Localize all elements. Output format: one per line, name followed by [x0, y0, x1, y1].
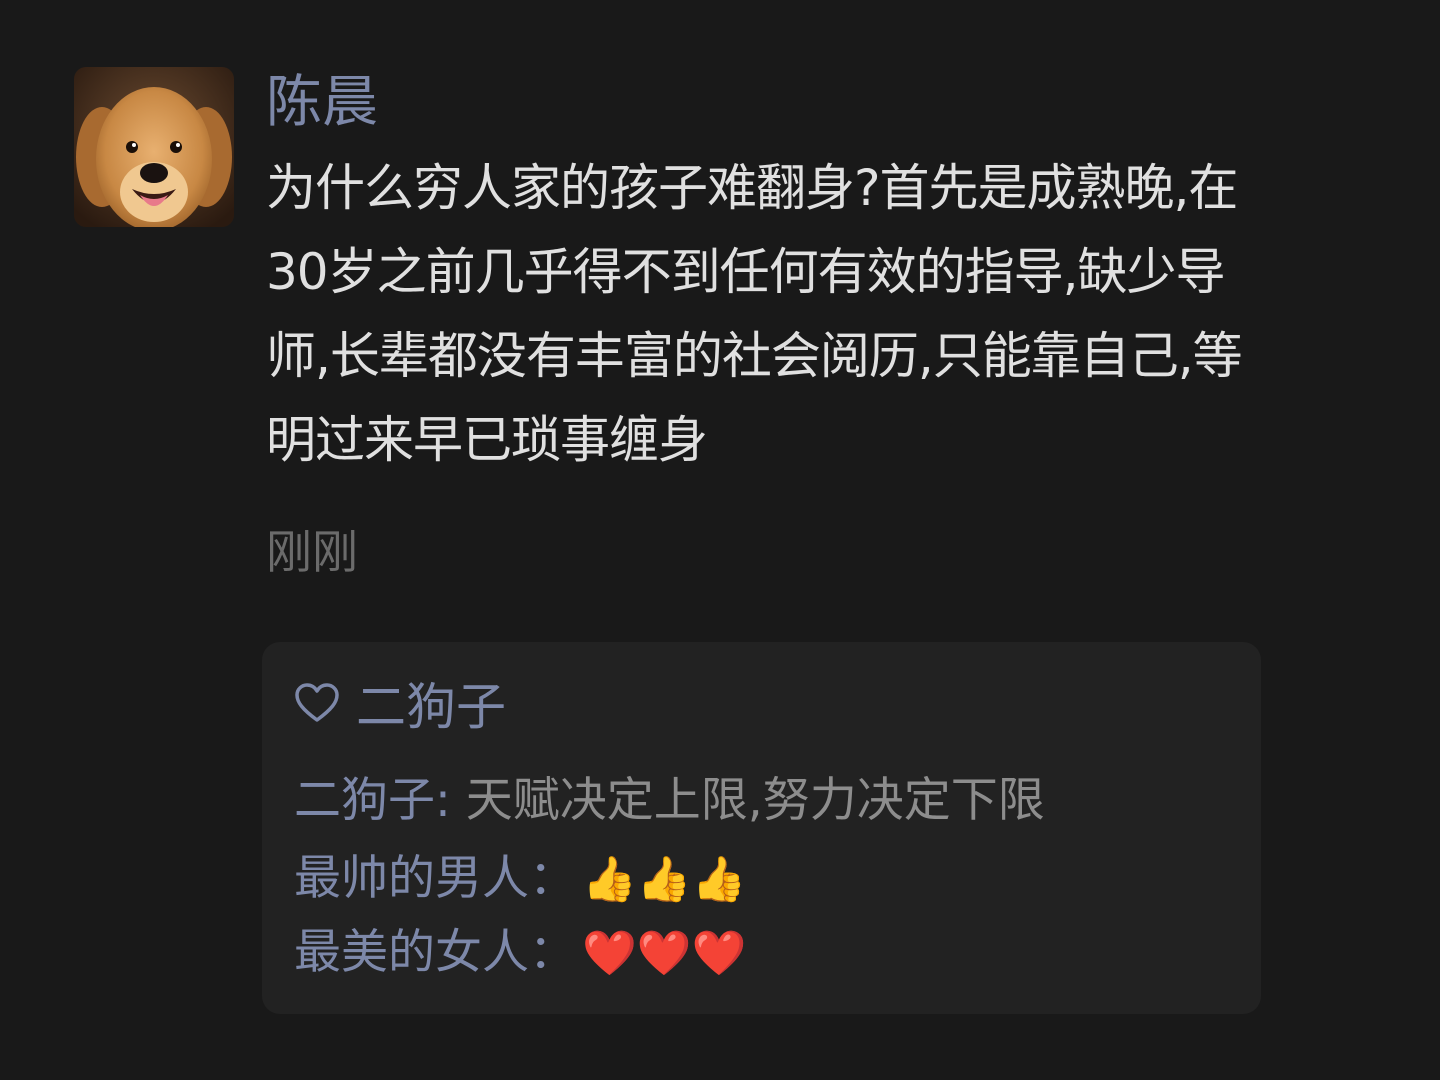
likes-row: 二狗子 [294, 670, 506, 736]
post-text: 为什么穷人家的孩子难翻身?首先是成熟晚,在30岁之前几乎得不到任何有效的指导,缺… [266, 159, 1243, 469]
comment-separator: ： [529, 851, 576, 906]
commenter-name[interactable]: 最美的女人 [294, 925, 529, 980]
commenter-name[interactable]: 二狗子 [294, 773, 435, 828]
dog-avatar-image [74, 67, 234, 227]
heart-outline-icon [294, 682, 340, 724]
comment-separator: ： [529, 925, 576, 980]
liker-name[interactable]: 二狗子 [356, 667, 506, 739]
comment-item[interactable]: 最美的女人： ❤️❤️❤️ [294, 920, 746, 987]
avatar[interactable] [74, 67, 234, 227]
comment-item[interactable]: 最帅的男人： 👍👍👍 [294, 846, 746, 913]
thumbs-up-emoji: 👍👍👍 [582, 854, 747, 905]
likes-comments-panel: 二狗子 二狗子: 天赋决定上限,努力决定下限 最帅的男人： 👍👍👍 最美的女人： ❤… [262, 642, 1261, 1014]
comment-separator: : [435, 773, 466, 828]
red-heart-emoji: ❤️❤️❤️ [582, 928, 747, 979]
post-author-name[interactable]: 陈晨 [266, 70, 378, 136]
comment-item[interactable]: 二狗子: 天赋决定上限,努力决定下限 [294, 768, 1045, 834]
commenter-name[interactable]: 最帅的男人 [294, 851, 529, 906]
comment-text: 天赋决定上限,努力决定下限 [465, 773, 1045, 828]
post-timestamp: 刚刚 [266, 525, 358, 579]
